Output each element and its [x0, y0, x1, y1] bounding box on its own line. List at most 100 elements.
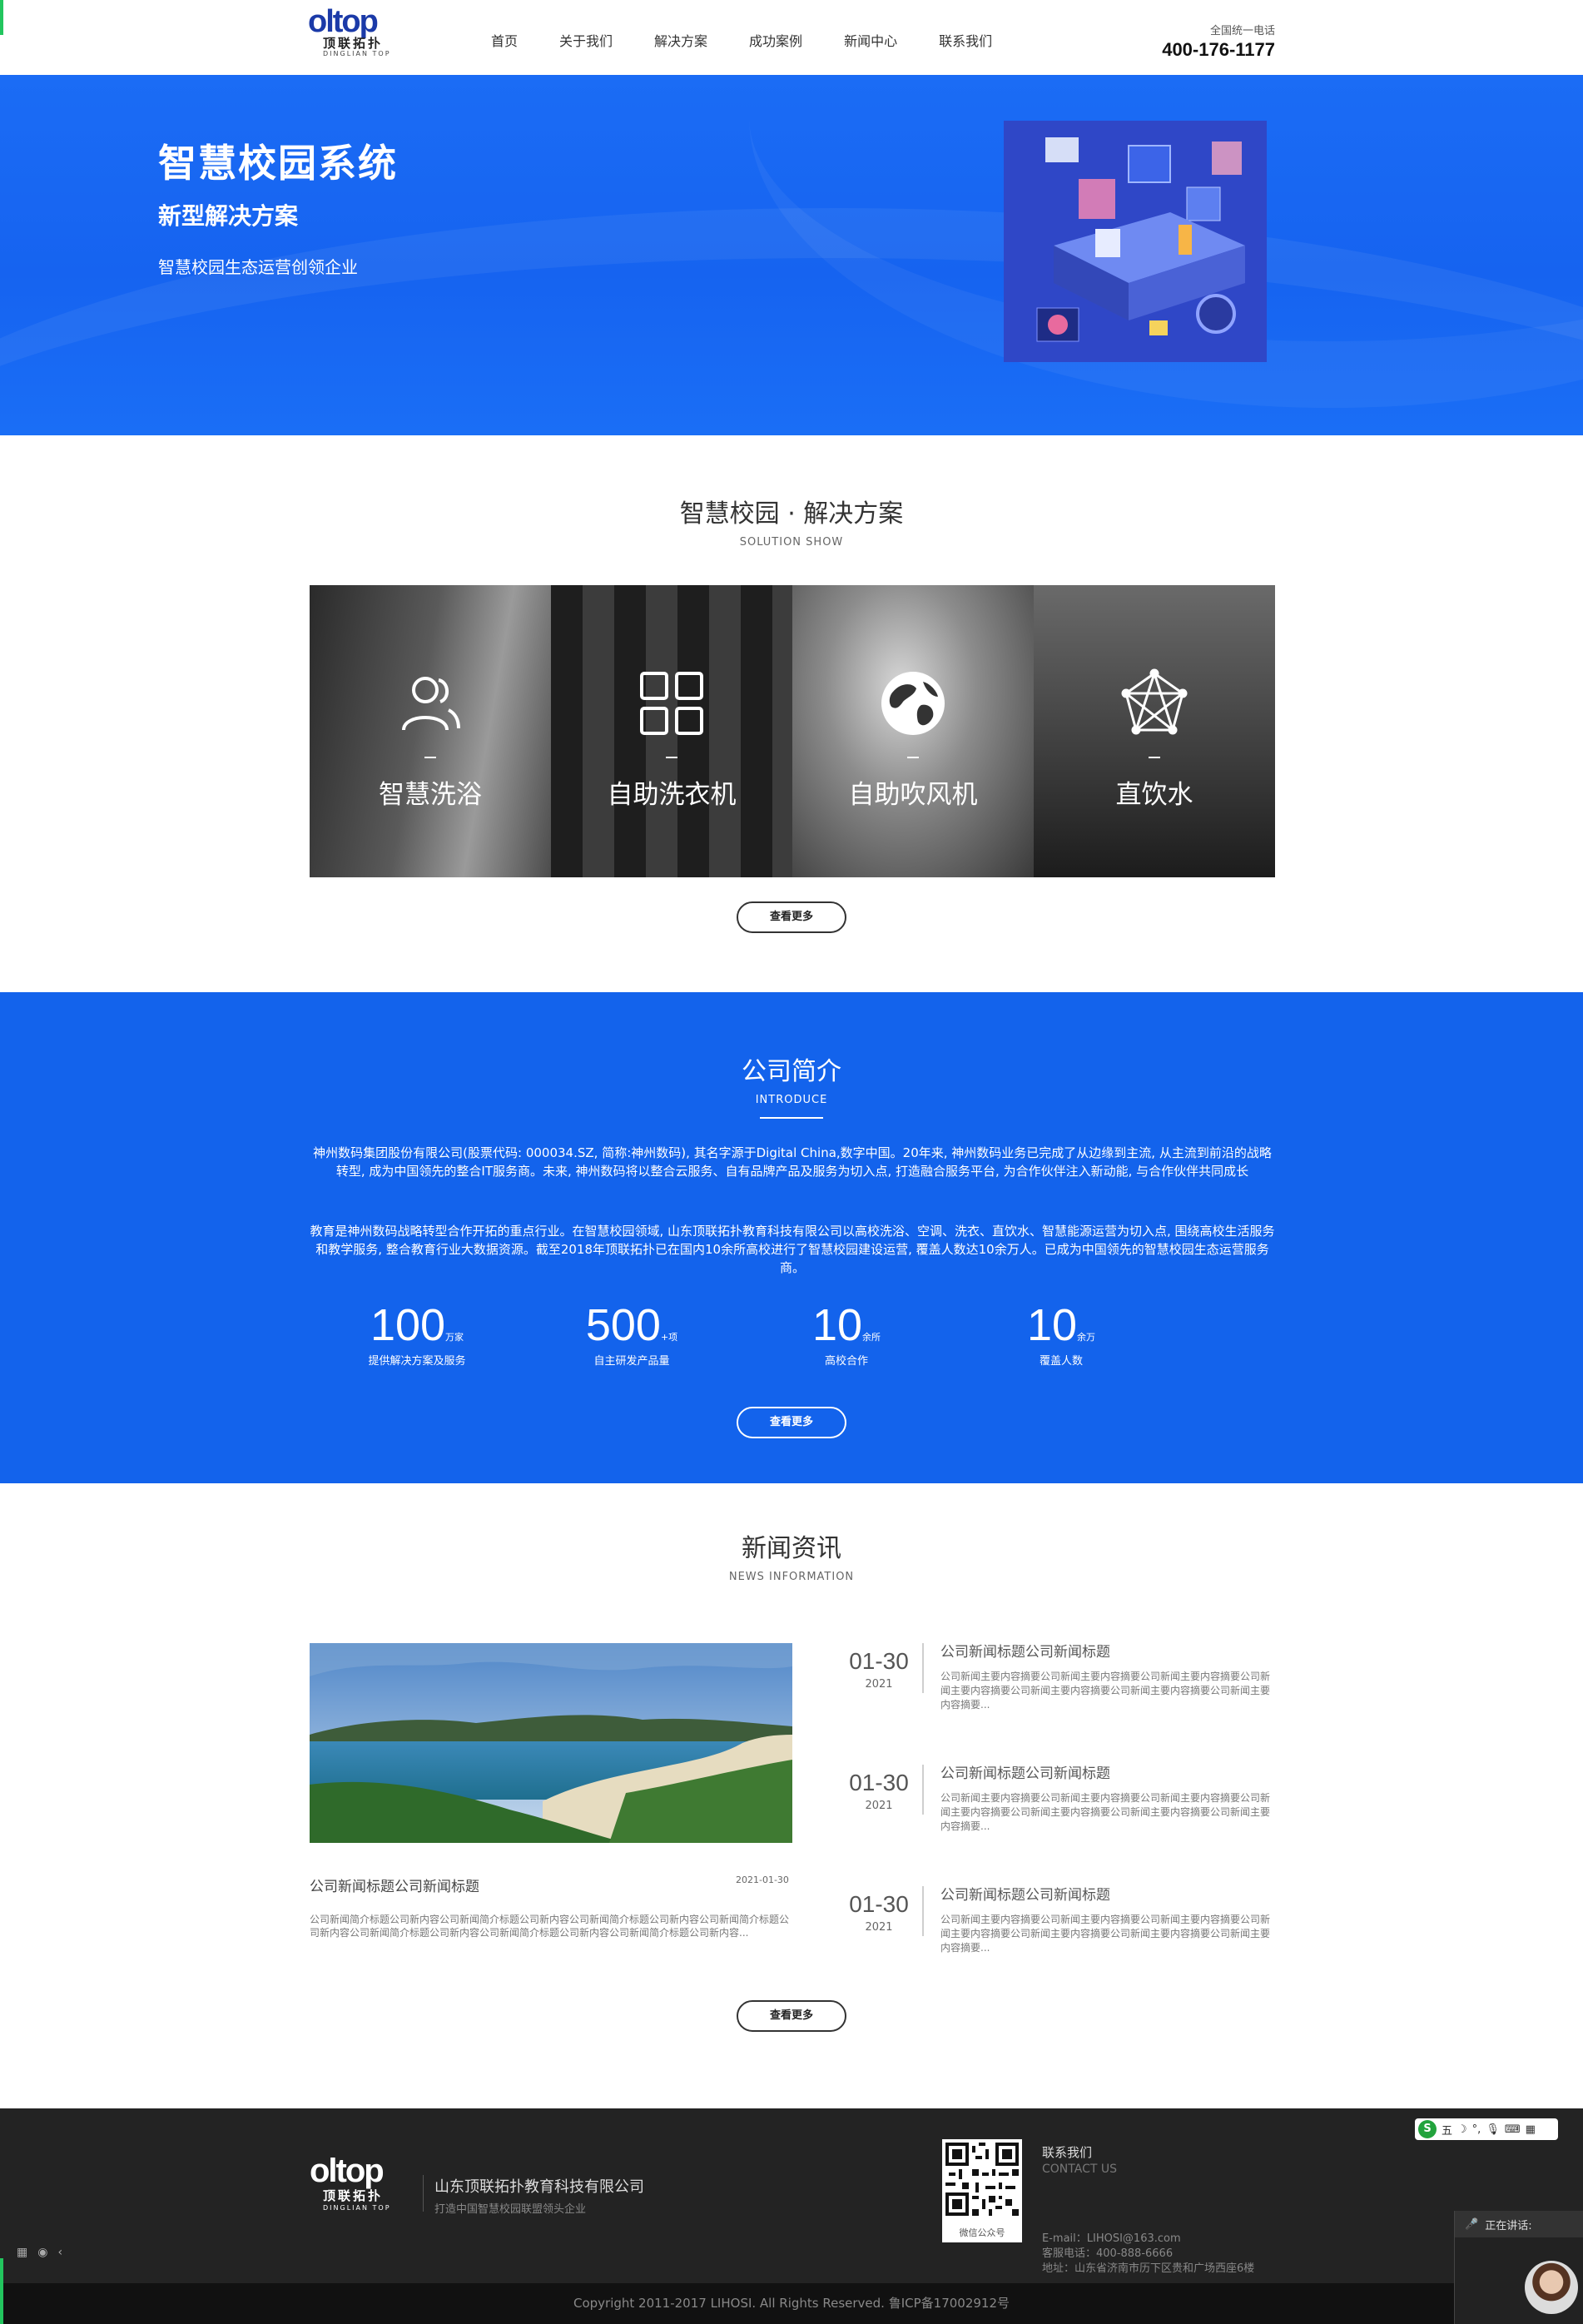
news-item-title[interactable]: 公司新闻标题公司新闻标题: [940, 1761, 1110, 1782]
intro-more-button[interactable]: 查看更多: [737, 1407, 846, 1438]
ime-logo-icon: S: [1418, 2120, 1437, 2138]
nav-cases[interactable]: 成功案例: [749, 30, 802, 50]
solution-card-laundry[interactable]: 自助洗衣机: [551, 585, 792, 877]
solution-cards: 智慧洗浴 自助洗衣机 自助吹风机 直饮水: [310, 585, 1275, 877]
news-list: 01-30 2021 公司新闻标题公司新闻标题 公司新闻主要内容摘要公司新闻主要…: [832, 1640, 1275, 2004]
stat-item: 10余所 高校合作: [739, 1300, 954, 1368]
solution-card-hairdryer[interactable]: 自助吹风机: [792, 585, 1034, 877]
news-feature-date: 2021-01-30: [736, 1875, 789, 1885]
intro-underline: [760, 1117, 823, 1119]
logo-cn-text: 顶联拓扑: [323, 36, 384, 51]
footer-slogan: 打造中国智慧校园联盟领头企业: [434, 2203, 587, 2216]
news-feature-summary: 公司新闻简介标题公司新内容公司新闻简介标题公司新内容公司新闻简介标题公司新内容公…: [310, 1914, 790, 1939]
page-tools: ▦ ◉ ‹: [0, 2244, 72, 2261]
stat-value: 10: [1026, 1300, 1078, 1350]
users-icon: [395, 668, 465, 742]
stat-value: 10: [811, 1300, 863, 1350]
news-feature-title[interactable]: 公司新闻标题公司新闻标题: [310, 1875, 479, 1895]
footer-logo[interactable]: oltop 顶联拓扑 DINGLIAN TOP: [310, 2153, 391, 2212]
news-date-md: 01-30: [849, 1648, 909, 1674]
accent-bar: [0, 0, 3, 35]
stat-value: 500: [585, 1300, 661, 1350]
footer-logo-cn: 顶联拓扑: [323, 2188, 384, 2203]
keyboard-icon[interactable]: ⌨: [1505, 2123, 1521, 2136]
copyright-bar: Copyright 2011-2017 LIHOSI. All Rights R…: [0, 2283, 1583, 2324]
news-list-item[interactable]: 01-30 2021 公司新闻标题公司新闻标题 公司新闻主要内容摘要公司新闻主要…: [832, 1883, 1275, 2004]
news-item-title[interactable]: 公司新闻标题公司新闻标题: [940, 1640, 1110, 1661]
hero-banner: 智慧校园系统 新型解决方案 智慧校园生态运营创领企业: [0, 75, 1583, 435]
stat-label: 高校合作: [824, 1355, 868, 1368]
logo-en-text: DINGLIAN TOP: [323, 50, 391, 57]
news-more-button[interactable]: 查看更多: [737, 2000, 846, 2032]
punctuation-icon[interactable]: °,: [1472, 2123, 1481, 2136]
news-date-md: 01-30: [849, 1891, 909, 1917]
news-feature-image[interactable]: [310, 1643, 792, 1843]
contact-details: E-mail：LIHOSI@163.com 客服电话：400-888-6666 …: [1042, 2232, 1308, 2277]
solution-card-bath[interactable]: 智慧洗浴: [310, 585, 551, 877]
hotline-label: 全国统一电话: [1209, 25, 1275, 37]
stat-value: 100: [370, 1300, 446, 1350]
nav-contact[interactable]: 联系我们: [939, 30, 992, 50]
footer-logo-mark: oltop: [310, 2153, 385, 2189]
news-list-item[interactable]: 01-30 2021 公司新闻标题公司新闻标题 公司新闻主要内容摘要公司新闻主要…: [832, 1640, 1275, 1761]
nav-solutions[interactable]: 解决方案: [654, 30, 707, 50]
stat-unit: 余万: [1077, 1332, 1096, 1343]
news-list-item[interactable]: 01-30 2021 公司新闻标题公司新闻标题 公司新闻主要内容摘要公司新闻主要…: [832, 1761, 1275, 1883]
voice-status-bar: 🎤 正在讲话:: [1455, 2211, 1583, 2237]
ime-toolbar[interactable]: S 五 ☽ °, 🎙 ⌨ ▦: [1415, 2118, 1558, 2140]
wechat-qr-code: 微信公众号: [942, 2139, 1022, 2242]
divider-dash: [1149, 757, 1160, 758]
intro-paragraph-1: 神州数码集团股份有限公司(股票代码: 000034.SZ, 简称:神州数码), …: [313, 1145, 1272, 1179]
footer-divider: [423, 2175, 424, 2212]
divider-dash: [907, 757, 919, 758]
grid-tool-icon[interactable]: ▦: [17, 2246, 27, 2259]
solution-label: 直饮水: [1115, 780, 1193, 810]
news-item-title[interactable]: 公司新闻标题公司新闻标题: [940, 1883, 1110, 1904]
solutions-title: 智慧校园 · 解决方案: [679, 499, 904, 529]
contact-subtitle: CONTACT US: [1042, 2163, 1117, 2176]
solutions-more-button[interactable]: 查看更多: [737, 901, 846, 933]
contact-phone[interactable]: 客服电话：400-888-6666: [1042, 2247, 1308, 2262]
news-date: 01-30 2021: [841, 1891, 917, 1934]
news-item-summary: 公司新闻主要内容摘要公司新闻主要内容摘要公司新闻主要内容摘要公司新闻主要内容摘要…: [940, 1671, 1271, 1711]
news-subtitle: NEWS INFORMATION: [728, 1571, 855, 1583]
solution-label: 自助吹风机: [848, 780, 978, 810]
divider-dash: [666, 757, 677, 758]
hero-title: 智慧校园系统: [158, 141, 398, 186]
news-date-md: 01-30: [849, 1770, 909, 1795]
footer-contact: 联系我们 CONTACT US E-mail：LIHOSI@163.com 客服…: [1042, 2143, 1254, 2275]
apps-icon[interactable]: ▦: [1526, 2123, 1536, 2136]
stat-item: 100万家 提供解决方案及服务: [310, 1300, 524, 1368]
contact-email[interactable]: E-mail：LIHOSI@163.com: [1042, 2232, 1308, 2247]
side-accent-bar: [0, 2258, 3, 2324]
solutions-heading: 智慧校园 · 解决方案 SOLUTION SHOW: [0, 493, 1583, 549]
intro-paragraph-2: 教育是神州数码战略转型合作开拓的重点行业。在智慧校园领域, 山东顶联拓扑教育科技…: [310, 1224, 1275, 1275]
stat-label: 自主研发产品量: [593, 1355, 670, 1368]
news-title: 新闻资讯: [742, 1534, 841, 1563]
collapse-icon[interactable]: ‹: [57, 2246, 62, 2259]
news-divider: [922, 1643, 924, 1693]
news-date-year: 2021: [865, 1921, 893, 1934]
ime-mode[interactable]: 五: [1442, 2122, 1452, 2138]
hotline: 全国统一电话 400-176-1177: [1162, 22, 1275, 61]
chat-tool-icon[interactable]: ◉: [37, 2246, 47, 2259]
hero-tagline: 智慧校园生态运营创领企业: [158, 257, 358, 277]
mic-icon[interactable]: 🎙: [1486, 2123, 1500, 2136]
hotline-number[interactable]: 400-176-1177: [1162, 39, 1275, 61]
news-date-year: 2021: [865, 1800, 893, 1812]
avatar[interactable]: [1525, 2261, 1578, 2314]
news-divider: [922, 1886, 924, 1936]
site-logo[interactable]: oltop 顶联拓扑 DINGLIAN TOP: [308, 6, 408, 65]
divider-dash: [424, 757, 436, 758]
talking-label: 正在讲话:: [1485, 2219, 1532, 2232]
nav-home[interactable]: 首页: [491, 30, 518, 50]
solution-card-water[interactable]: 直饮水: [1034, 585, 1275, 877]
voice-chat-widget[interactable]: 🎤 正在讲话:: [1454, 2211, 1583, 2324]
stat-unit: +项: [660, 1332, 678, 1343]
news-date: 01-30 2021: [841, 1648, 917, 1691]
network-icon: [1119, 668, 1189, 742]
solution-label: 自助洗衣机: [607, 780, 737, 810]
nav-news[interactable]: 新闻中心: [844, 30, 897, 50]
moon-icon[interactable]: ☽: [1457, 2123, 1467, 2136]
nav-about[interactable]: 关于我们: [559, 30, 613, 50]
